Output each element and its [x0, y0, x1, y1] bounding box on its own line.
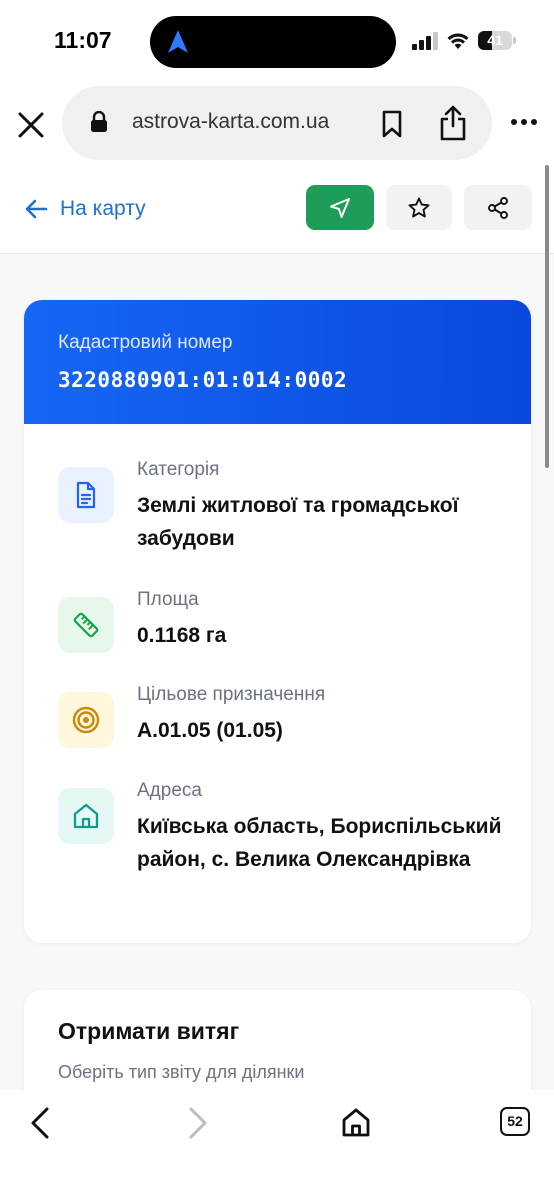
target-icon [58, 692, 114, 748]
share-parcel-button[interactable] [464, 185, 532, 230]
browser-back-icon[interactable] [28, 1106, 52, 1140]
scrollbar[interactable] [545, 165, 549, 468]
status-time: 11:07 [54, 27, 112, 53]
location-arrow-icon [168, 30, 188, 53]
area-label: Площа [137, 589, 199, 610]
arrow-left-icon [25, 199, 48, 219]
cellular-signal-icon [412, 32, 438, 50]
bookmark-icon[interactable] [380, 110, 404, 138]
back-to-map-link[interactable]: На карту [24, 194, 146, 224]
browser-address-bar: astrova-karta.com.ua [0, 80, 554, 170]
address-label: Адреса [137, 780, 202, 801]
area-value: 0.1168 га [137, 624, 227, 647]
purpose-value: A.01.05 (01.05) [137, 719, 283, 742]
dynamic-island [150, 16, 396, 68]
wifi-icon [447, 33, 469, 49]
ruler-icon [58, 597, 114, 653]
category-label: Категорія [137, 459, 220, 480]
document-icon [58, 467, 114, 523]
browser-home-icon[interactable] [340, 1106, 372, 1138]
cadastral-number: 3220880901:01:014:0002 [58, 368, 348, 392]
purpose-label: Цільове призначення [137, 684, 326, 705]
battery-percent: 41 [487, 32, 503, 48]
url-field[interactable]: astrova-karta.com.ua [62, 86, 492, 160]
cadastral-label: Кадастровий номер [58, 332, 233, 353]
tabs-count-button[interactable]: 52 [500, 1107, 530, 1136]
navigate-button[interactable] [306, 185, 374, 230]
cadastral-header: Кадастровий номер 3220880901:01:014:0002 [24, 300, 531, 424]
status-bar: 11:07 41 [0, 0, 554, 80]
share-icon[interactable] [438, 104, 468, 142]
home-icon [58, 788, 114, 844]
back-to-map-label: На карту [60, 197, 146, 220]
parcel-info-card: Кадастровий номер 3220880901:01:014:0002… [24, 300, 531, 943]
category-value: Землі житлової та громадської забудови [137, 494, 459, 550]
navigation-arrow-icon [330, 197, 350, 218]
page-header: На карту [0, 170, 554, 254]
favorite-button[interactable] [386, 185, 452, 230]
lock-icon [91, 111, 107, 132]
battery-tip [513, 37, 516, 44]
share-nodes-icon [488, 196, 508, 219]
battery-indicator: 41 [478, 31, 512, 50]
star-icon [408, 197, 430, 217]
browser-forward-icon[interactable] [186, 1106, 210, 1140]
url-text: astrova-karta.com.ua [132, 110, 330, 133]
extract-subtitle: Оберіть тип звіту для ділянки [58, 1062, 305, 1082]
address-value: Київська область, Бориспільський район, … [137, 815, 502, 871]
close-icon[interactable] [14, 108, 48, 142]
extract-title: Отримати витяг [58, 1018, 240, 1044]
browser-toolbar: 52 [0, 1090, 554, 1200]
more-options-icon[interactable] [510, 118, 538, 126]
